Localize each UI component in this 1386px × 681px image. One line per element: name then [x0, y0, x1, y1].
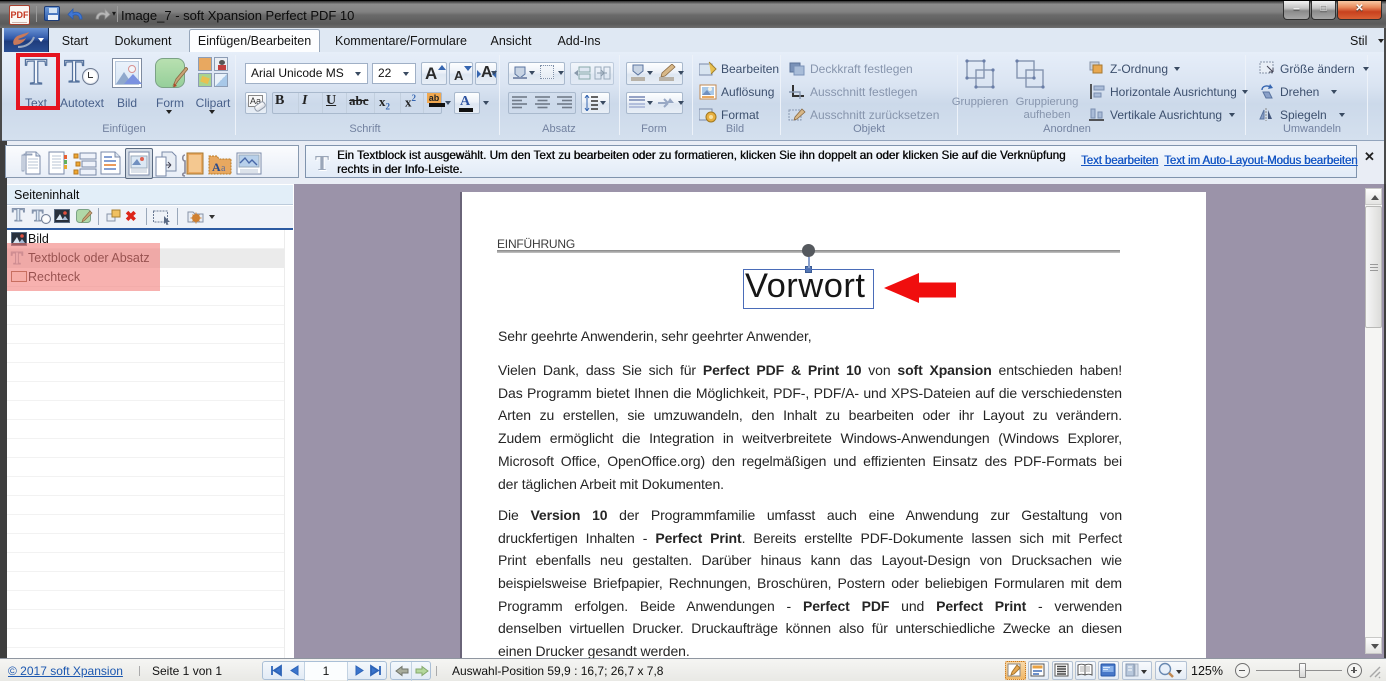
- svg-text:a: a: [221, 163, 226, 174]
- svg-text:A: A: [212, 160, 221, 174]
